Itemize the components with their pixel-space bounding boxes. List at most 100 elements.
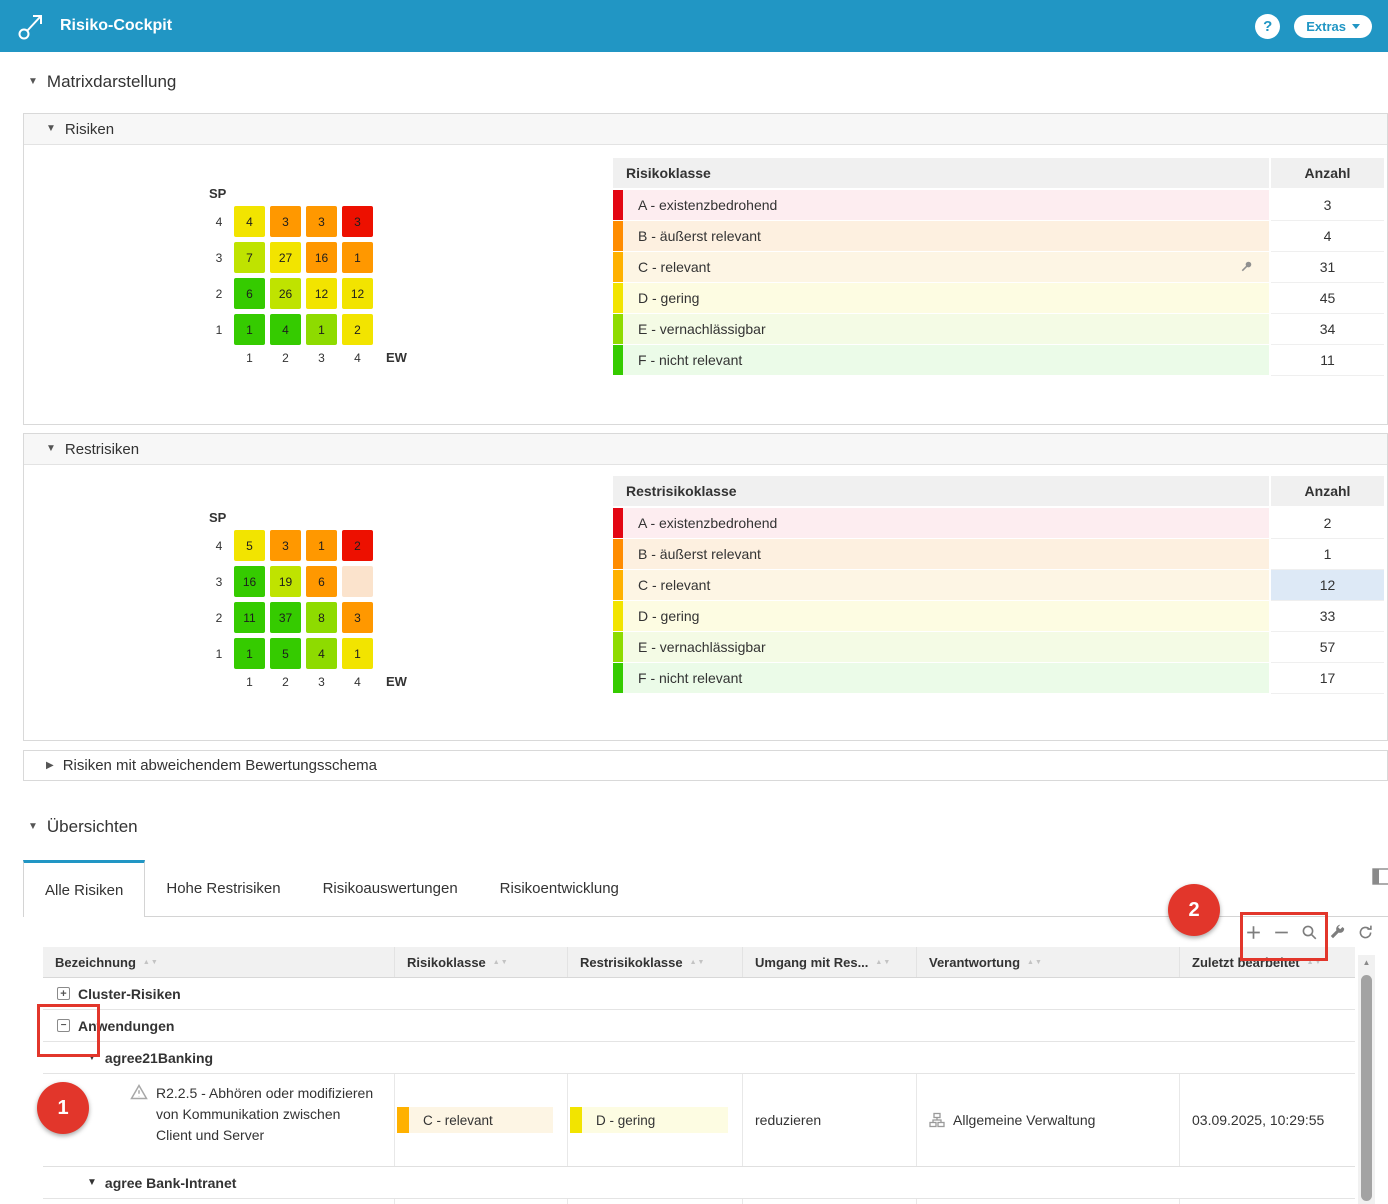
- matrix-cell[interactable]: 11: [234, 602, 265, 633]
- risk-class-row[interactable]: D - gering 33: [613, 601, 1384, 632]
- matrix-cell[interactable]: 5: [234, 530, 265, 561]
- column-header-umgang[interactable]: Umgang mit Res...: [743, 947, 917, 977]
- class-label: E - vernachlässigbar: [623, 321, 766, 337]
- matrix-cell[interactable]: 3: [342, 206, 373, 237]
- extras-button[interactable]: Extras: [1294, 15, 1372, 38]
- risk-class-row[interactable]: C - relevant 31: [613, 252, 1384, 283]
- class-color-bar: [613, 283, 623, 313]
- collapse-all-icon[interactable]: [1273, 924, 1290, 941]
- expand-plus-icon[interactable]: [57, 987, 70, 1000]
- restrisikoklasse-table: Restrisikoklasse Anzahl A - existenzbedr…: [613, 476, 1384, 694]
- matrix-cell[interactable]: 2: [342, 314, 373, 345]
- matrix-col-label: 4: [342, 675, 373, 689]
- panel-title: Restrisiken: [65, 441, 139, 458]
- sort-icons[interactable]: [1027, 959, 1043, 966]
- matrix-cell[interactable]: 19: [270, 566, 301, 597]
- matrix-cell[interactable]: 12: [306, 278, 337, 309]
- column-header-verantwortung[interactable]: Verantwortung: [917, 947, 1180, 977]
- risk-class-row[interactable]: F - nicht relevant 11: [613, 345, 1384, 376]
- class-color-bar: [570, 1107, 582, 1133]
- matrix-cell[interactable]: 16: [306, 242, 337, 273]
- scroll-up-arrow-icon[interactable]: ▲: [1358, 958, 1375, 967]
- risk-class-row[interactable]: B - äußerst relevant 4: [613, 221, 1384, 252]
- column-header-risikoklasse[interactable]: Risikoklasse: [395, 947, 568, 977]
- section-matrixdarstellung[interactable]: Matrixdarstellung: [28, 72, 176, 92]
- class-label: C - relevant: [623, 259, 710, 275]
- matrix-cell[interactable]: 7: [234, 242, 265, 273]
- matrix-x-axis-label: EW: [386, 674, 407, 689]
- refresh-icon[interactable]: [1357, 924, 1374, 941]
- class-color-bar: [613, 508, 623, 538]
- tab-risikoauswertungen[interactable]: Risikoauswertungen: [302, 860, 479, 916]
- risk-class-row[interactable]: F - nicht relevant 17: [613, 663, 1384, 694]
- search-icon[interactable]: [1301, 924, 1318, 941]
- matrix-cell[interactable]: 3: [270, 530, 301, 561]
- risk-item-icon: [130, 1083, 148, 1104]
- column-header-bezeichnung[interactable]: Bezeichnung: [43, 947, 395, 977]
- group-row-anwendungen[interactable]: Anwendungen: [43, 1010, 1355, 1042]
- matrix-cell[interactable]: 3: [306, 206, 337, 237]
- matrix-cell[interactable]: 8: [306, 602, 337, 633]
- risk-class-row[interactable]: E - vernachlässigbar 57: [613, 632, 1384, 663]
- collapse-triangle-icon: [87, 1053, 97, 1063]
- matrix-cell[interactable]: 6: [306, 566, 337, 597]
- settings-wrench-icon[interactable]: [1329, 924, 1346, 941]
- matrix-cell[interactable]: 1: [342, 638, 373, 669]
- matrix-cell[interactable]: 4: [306, 638, 337, 669]
- class-color-bar: [613, 345, 623, 375]
- section-abweichendes-bewertungsschema[interactable]: Risiken mit abweichendem Bewertungsschem…: [23, 750, 1388, 781]
- matrix-cell[interactable]: 2: [342, 530, 373, 561]
- risk-class-row[interactable]: C - relevant 12: [613, 570, 1384, 601]
- matrix-cell[interactable]: 6: [234, 278, 265, 309]
- panel-toggle-icon[interactable]: [1372, 868, 1388, 890]
- sort-icons[interactable]: [875, 959, 891, 966]
- collapse-triangle-icon: [28, 77, 38, 87]
- scrollbar-thumb[interactable]: [1361, 975, 1372, 1201]
- help-button[interactable]: ?: [1255, 14, 1280, 39]
- risk-class-row[interactable]: A - existenzbedrohend 2: [613, 508, 1384, 539]
- matrix-cell[interactable]: 5: [270, 638, 301, 669]
- risk-title[interactable]: R2.2.5 - Abhören oder modifizieren von K…: [156, 1083, 374, 1146]
- panel-restrisiken-header[interactable]: Restrisiken: [24, 434, 1387, 465]
- risk-class-row[interactable]: D - gering 45: [613, 283, 1384, 314]
- matrix-cell[interactable]: 26: [270, 278, 301, 309]
- group-row-agree-bank-intranet[interactable]: agree Bank-Intranet: [43, 1167, 1355, 1199]
- sort-icons[interactable]: [1307, 959, 1323, 966]
- column-header-restrisikoklasse[interactable]: Restrisikoklasse: [568, 947, 743, 977]
- matrix-cell[interactable]: 37: [270, 602, 301, 633]
- matrix-cell[interactable]: 1: [234, 638, 265, 669]
- matrix-cell[interactable]: 1: [306, 314, 337, 345]
- matrix-cell[interactable]: 1: [306, 530, 337, 561]
- sort-icons[interactable]: [690, 959, 706, 966]
- pin-icon[interactable]: [1239, 260, 1253, 277]
- sort-icons[interactable]: [493, 959, 509, 966]
- app-title: Risiko-Cockpit: [60, 17, 172, 35]
- tab-alle-risiken[interactable]: Alle Risiken: [23, 860, 145, 917]
- class-label: F - nicht relevant: [623, 352, 742, 368]
- table-row[interactable]: R2.2.5 - Abhören oder modifizieren von K…: [43, 1074, 1355, 1167]
- matrix-cell[interactable]: 4: [270, 314, 301, 345]
- section-uebersichten[interactable]: Übersichten: [28, 817, 138, 837]
- panel-risiken-header[interactable]: Risiken: [24, 114, 1387, 145]
- sort-icons[interactable]: [143, 959, 159, 966]
- group-row-cluster-risiken[interactable]: Cluster-Risiken: [43, 978, 1355, 1010]
- matrix-cell[interactable]: 12: [342, 278, 373, 309]
- group-row-agree21banking[interactable]: agree21Banking: [43, 1042, 1355, 1074]
- matrix-cell[interactable]: [342, 566, 373, 597]
- matrix-cell[interactable]: 4: [234, 206, 265, 237]
- tab-risikoentwicklung[interactable]: Risikoentwicklung: [479, 860, 640, 916]
- risk-class-row[interactable]: E - vernachlässigbar 34: [613, 314, 1384, 345]
- matrix-cell[interactable]: 3: [270, 206, 301, 237]
- expand-all-icon[interactable]: [1245, 924, 1262, 941]
- matrix-cell[interactable]: 1: [234, 314, 265, 345]
- matrix-cell[interactable]: 1: [342, 242, 373, 273]
- tab-hohe-restrisiken[interactable]: Hohe Restrisiken: [145, 860, 301, 916]
- column-header-zuletzt-bearbeitet[interactable]: Zuletzt bearbeitet: [1180, 947, 1355, 977]
- vertical-scrollbar[interactable]: ▲: [1358, 955, 1375, 1204]
- matrix-cell[interactable]: 16: [234, 566, 265, 597]
- risk-class-row[interactable]: A - existenzbedrohend 3: [613, 190, 1384, 221]
- collapse-minus-icon[interactable]: [57, 1019, 70, 1032]
- risk-class-row[interactable]: B - äußerst relevant 1: [613, 539, 1384, 570]
- matrix-cell[interactable]: 3: [342, 602, 373, 633]
- matrix-cell[interactable]: 27: [270, 242, 301, 273]
